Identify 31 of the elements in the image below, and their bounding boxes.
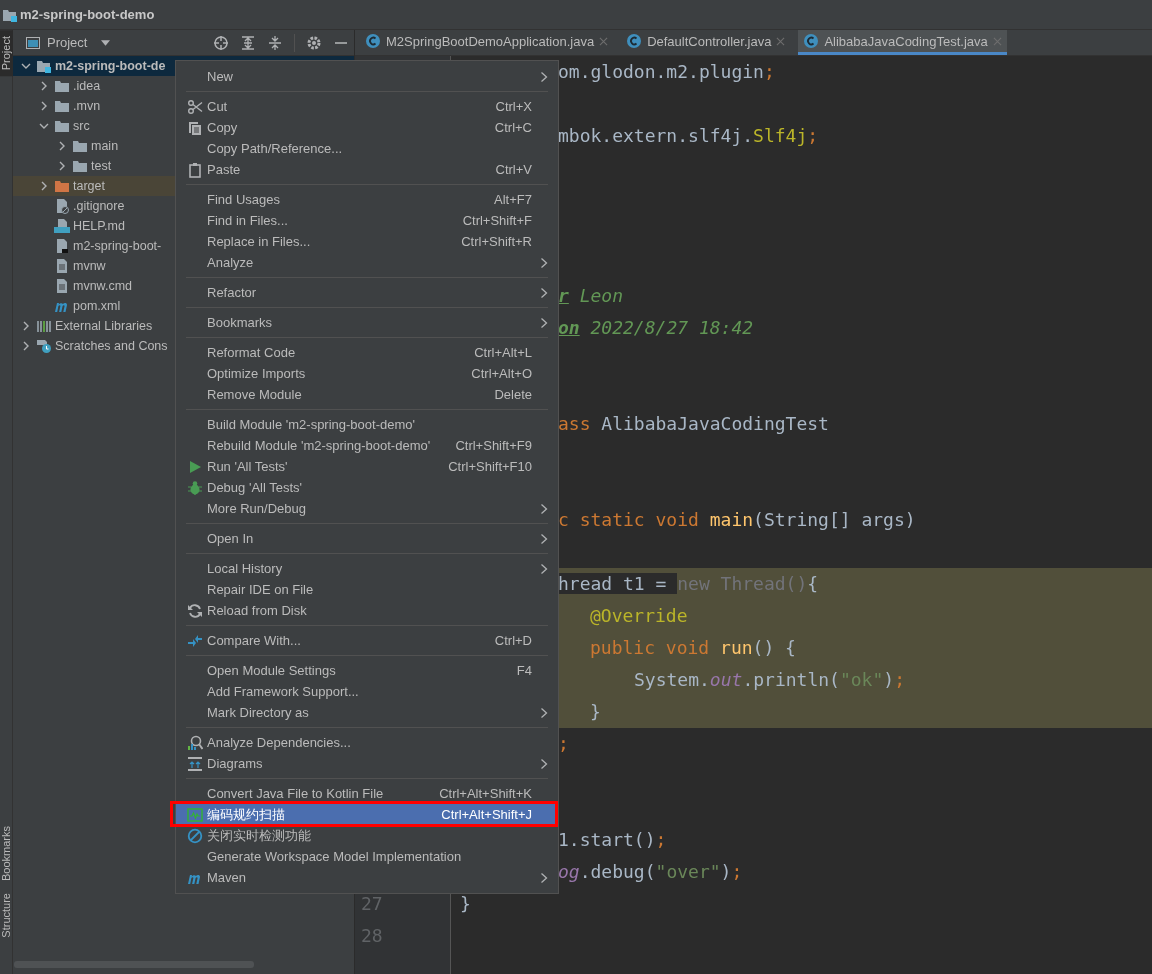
tree-item-label: test (91, 159, 112, 173)
tree-item-label: .gitignore (73, 199, 125, 213)
code-line: on 2022/8/27 18:42 (558, 317, 754, 338)
code-line: ass AlibabaJavaCodingTest (558, 413, 829, 434)
code-line: ; (558, 733, 569, 754)
code-line: } (590, 701, 601, 722)
tree-item-label: mvnw (73, 259, 106, 273)
code-line: om.glodon.m2.plugin; (558, 61, 775, 82)
code-line: c static void main(String[] args) (558, 509, 916, 530)
code-line: hread t1 = new Thread(){ (558, 573, 819, 594)
code-line: og.debug("over"); (558, 861, 743, 882)
tree-item-label: .idea (73, 79, 101, 93)
code-line: } (460, 893, 471, 914)
tree-item-label: External Libraries (55, 319, 153, 333)
tree-item-label: HELP.md (73, 219, 125, 233)
tree-item-label: src (73, 119, 90, 133)
tree-item-label: pom.xml (73, 299, 121, 313)
tree-item-label: Scratches and Cons (55, 339, 168, 353)
tree-item-label: m2-spring-boot- (73, 239, 162, 253)
tree-item-label: .mvn (73, 99, 101, 113)
tree-item-label: target (73, 179, 105, 193)
code-line: @Override (590, 605, 688, 626)
tree-item-label: m2-spring-boot-de (55, 59, 166, 73)
code-line: r Leon (558, 285, 624, 306)
tree-item-label: mvnw.cmd (73, 279, 133, 293)
code-line: mbok.extern.slf4j.Slf4j; (558, 125, 819, 146)
code-line: System.out.println("ok"); (634, 669, 905, 690)
code-line: public void run() { (590, 637, 796, 658)
window-title: m2-spring-boot-demo (20, 7, 155, 22)
tree-item-label: main (91, 139, 119, 153)
code-line: 1.start(); (558, 829, 667, 850)
